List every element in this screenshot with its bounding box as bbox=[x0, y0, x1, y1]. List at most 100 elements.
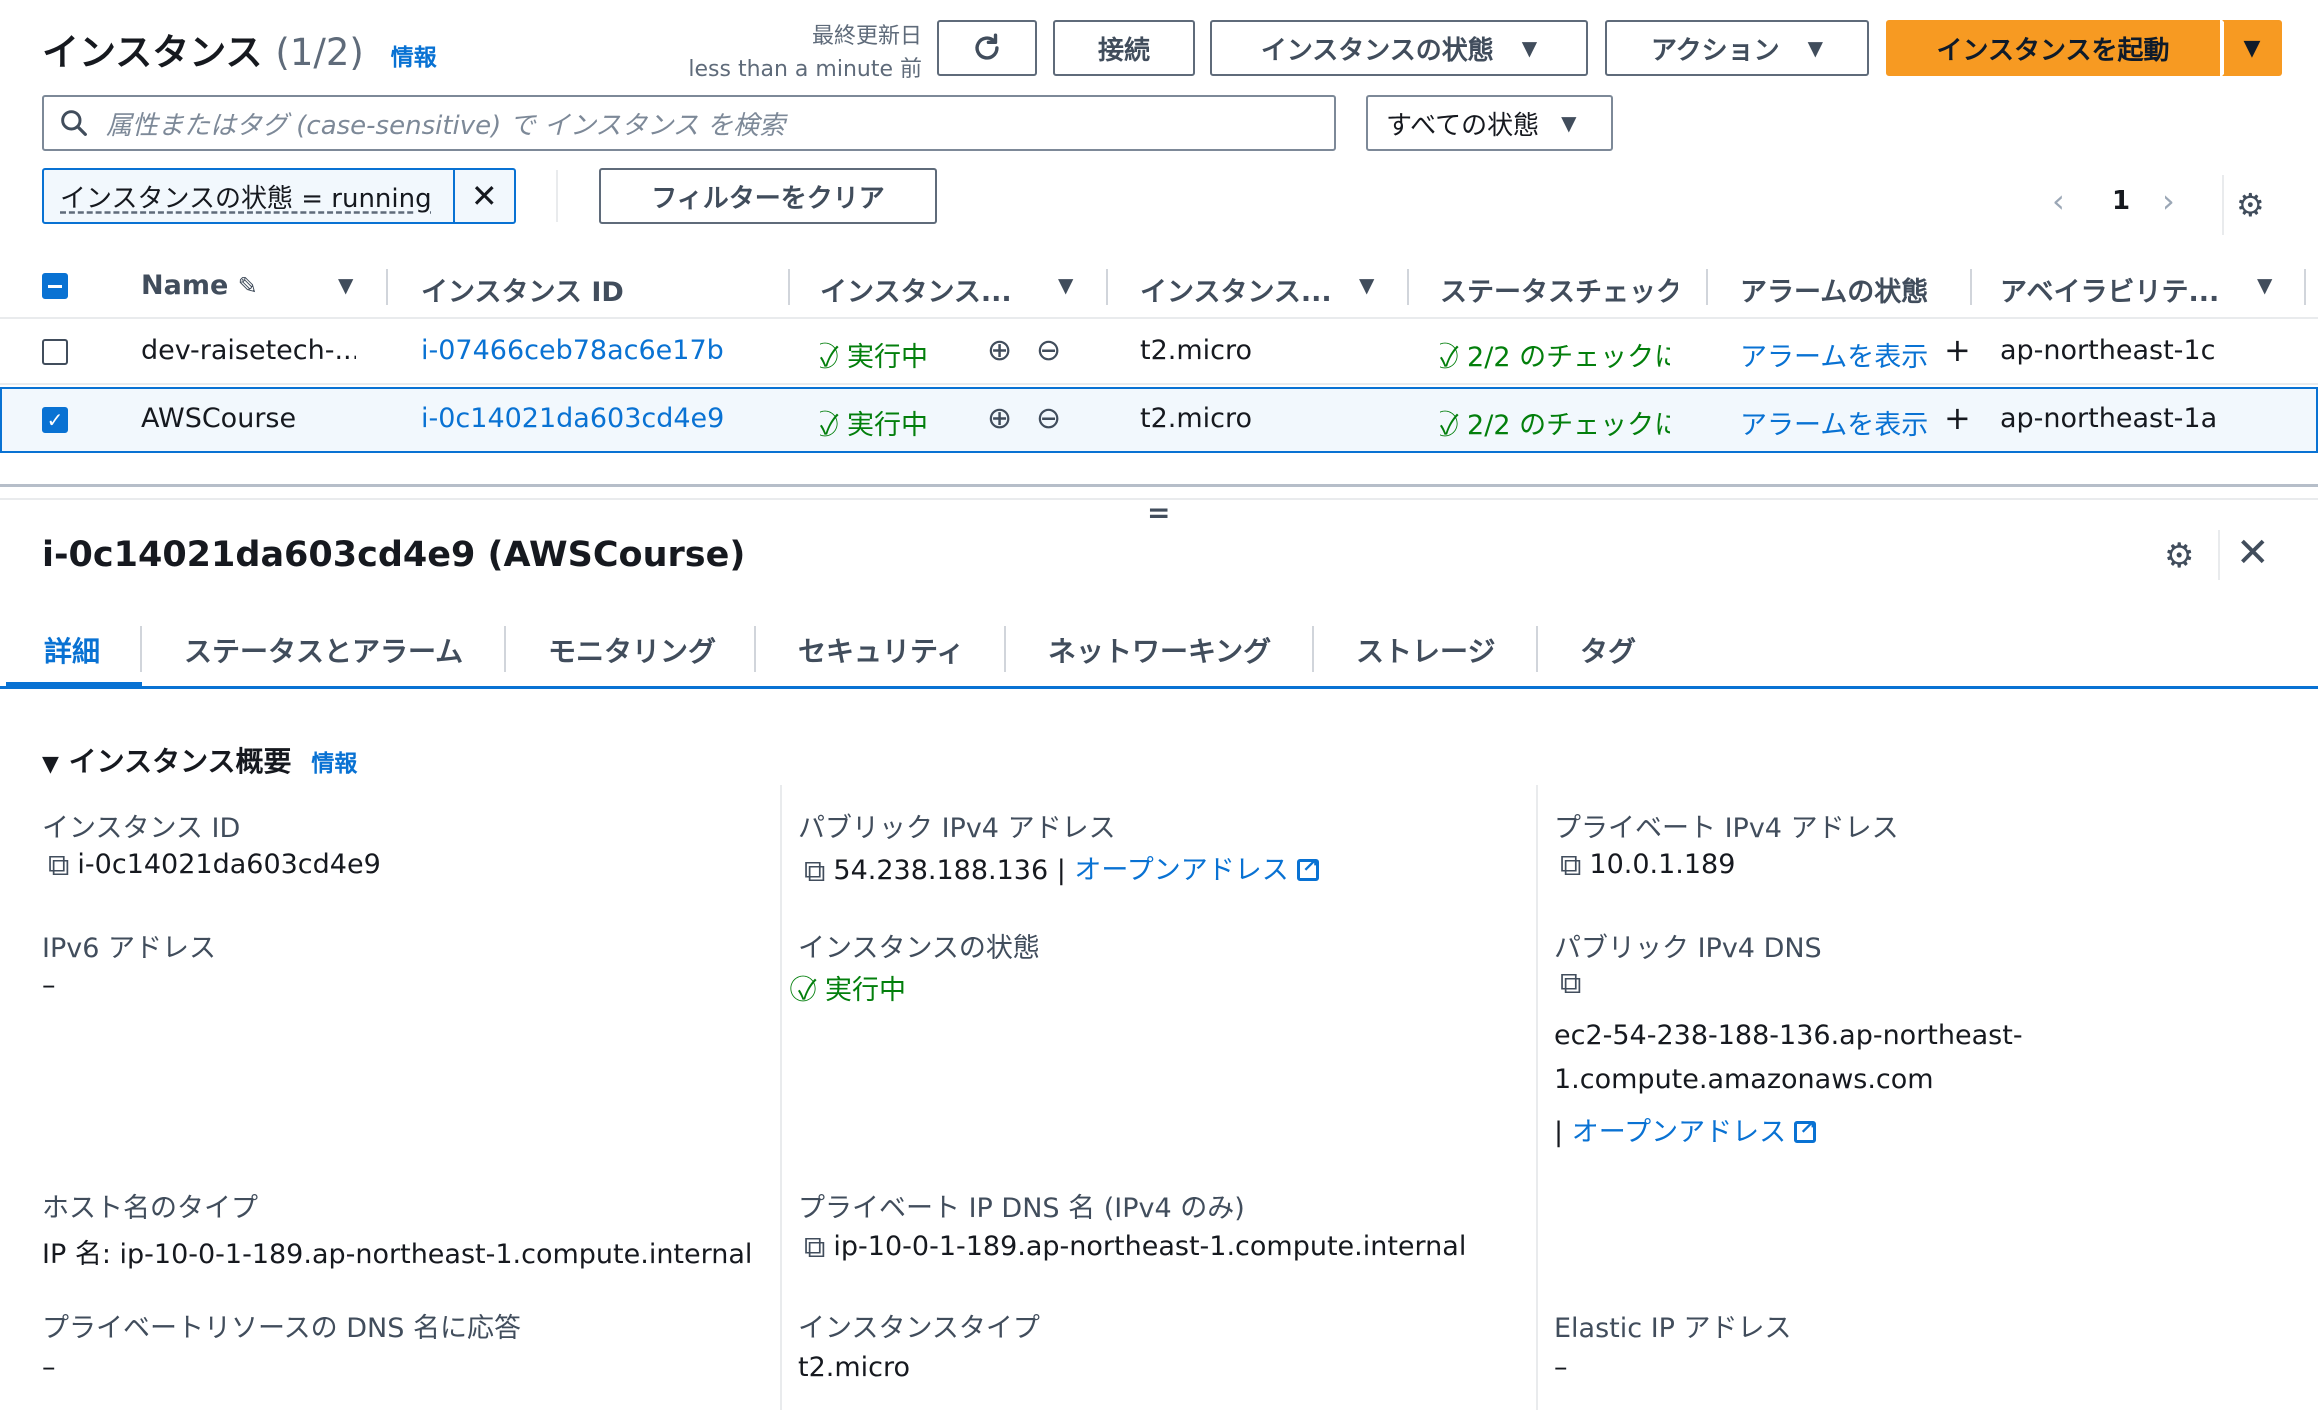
filter-token-label[interactable]: インスタンスの状態 = running bbox=[44, 178, 453, 215]
table-preferences-button[interactable]: ⚙ bbox=[2236, 186, 2265, 224]
refresh-button[interactable] bbox=[937, 20, 1037, 76]
public-dns-line2[interactable]: 1.compute.amazonaws.com bbox=[1554, 1064, 1934, 1095]
filter-token: インスタンスの状態 = running ✕ bbox=[42, 168, 516, 224]
column-header-instance-type[interactable]: インスタンス... bbox=[1140, 270, 1340, 309]
column-label: Name bbox=[141, 270, 229, 301]
tab-status-and-alarms[interactable]: ステータスとアラーム bbox=[184, 630, 463, 670]
actions-button[interactable]: アクション ▼ bbox=[1605, 20, 1869, 76]
info-link[interactable]: 情報 bbox=[391, 45, 437, 71]
add-alarm-icon[interactable]: + bbox=[1944, 399, 1971, 437]
instance-id-label: インスタンス ID bbox=[42, 813, 241, 844]
instance-summary-header[interactable]: ▼ インスタンス概要 情報 bbox=[42, 740, 357, 780]
tab-details[interactable]: 詳細 bbox=[44, 630, 100, 670]
next-page-button[interactable]: › bbox=[2162, 182, 2175, 220]
table-row[interactable]: ✓ AWSCourse i-0c14021da603cd4e9 ✓⃝ 実行中 ⊕… bbox=[0, 387, 2318, 453]
row-checkbox[interactable] bbox=[42, 339, 68, 365]
check-circle-icon: ✓⃝ bbox=[1440, 410, 1459, 441]
search-icon bbox=[61, 110, 87, 136]
page-number[interactable]: 1 bbox=[2112, 186, 2130, 216]
search-input[interactable]: 属性またはタグ (case-sensitive) で インスタンス を検索 bbox=[42, 95, 1336, 151]
sort-icon[interactable]: ▼ bbox=[338, 273, 353, 297]
private-dns-label: プライベート IP DNS 名 (IPv4 のみ) bbox=[798, 1193, 1245, 1224]
public-dns-copy[interactable]: ⧉ bbox=[1560, 966, 1589, 1001]
zoom-in-icon[interactable]: ⊕ bbox=[987, 401, 1012, 436]
clear-filters-button[interactable]: フィルターをクリア bbox=[599, 168, 937, 224]
status-filter-select[interactable]: すべての状態 ▼ bbox=[1366, 95, 1613, 151]
separator: | bbox=[1554, 1117, 1564, 1148]
tab-tags[interactable]: タグ bbox=[1580, 630, 1636, 670]
launch-options-button[interactable]: ▼ bbox=[2222, 20, 2282, 76]
public-dns-line1[interactable]: ec2-54-238-188-136.ap-northeast- bbox=[1554, 1020, 2023, 1051]
instance-type-value: t2.micro bbox=[798, 1352, 911, 1383]
info-link[interactable]: 情報 bbox=[311, 751, 357, 777]
instance-type: t2.micro bbox=[1140, 403, 1253, 434]
ipv6-value: – bbox=[42, 970, 56, 1001]
hostname-type-value: IP 名: ip-10-0-1-189.ap-northeast-1.compu… bbox=[42, 1239, 753, 1270]
column-header-instance-state[interactable]: インスタンス... bbox=[820, 270, 1020, 309]
close-panel-button[interactable]: ✕ bbox=[2236, 530, 2270, 576]
status-check-label: 2/2 のチェックに合格 bbox=[1467, 410, 1670, 441]
row-checkbox[interactable]: ✓ bbox=[42, 407, 68, 433]
tab-security[interactable]: セキュリティ bbox=[798, 630, 964, 670]
previous-page-button[interactable]: ‹ bbox=[2052, 182, 2065, 220]
status-filter-value: すべての状態 bbox=[1386, 110, 1540, 141]
private-ipv4-text[interactable]: 10.0.1.189 bbox=[1589, 849, 1735, 880]
view-alarms-link[interactable]: アラームを表示 bbox=[1740, 335, 1928, 374]
check-circle-icon: ✓⃝ bbox=[1440, 342, 1459, 373]
page-title-text: インスタンス bbox=[42, 31, 263, 74]
instance-id-text[interactable]: i-0c14021da603cd4e9 bbox=[77, 849, 380, 880]
actions-label: アクション bbox=[1650, 35, 1780, 66]
tab-networking[interactable]: ネットワーキング bbox=[1048, 630, 1271, 670]
last-updated-label: 最終更新日 bbox=[811, 24, 922, 49]
detail-tabs: 詳細 ステータスとアラーム モニタリング セキュリティ ネットワーキング ストレ… bbox=[0, 620, 2318, 689]
open-address-link[interactable]: オープンアドレス bbox=[1074, 855, 1288, 886]
elastic-ip-label: Elastic IP アドレス bbox=[1554, 1313, 1792, 1344]
zoom-out-icon[interactable]: ⊖ bbox=[1036, 401, 1061, 436]
sort-icon[interactable]: ▼ bbox=[1359, 273, 1374, 297]
zoom-in-icon[interactable]: ⊕ bbox=[987, 333, 1012, 368]
hostname-type-label: ホスト名のタイプ bbox=[42, 1193, 258, 1224]
copy-icon[interactable]: ⧉ bbox=[48, 848, 69, 883]
copy-icon[interactable]: ⧉ bbox=[804, 1230, 825, 1265]
copy-icon[interactable]: ⧉ bbox=[1560, 848, 1581, 883]
launch-instance-label: インスタンスを起動 bbox=[1936, 35, 2170, 66]
select-all-checkbox[interactable] bbox=[42, 273, 68, 299]
instance-id-value: ⧉ i-0c14021da603cd4e9 bbox=[48, 848, 381, 883]
public-ipv4-text[interactable]: 54.238.188.136 | bbox=[833, 855, 1065, 886]
tab-monitoring[interactable]: モニタリング bbox=[548, 630, 716, 670]
availability-zone: ap-northeast-1a bbox=[2000, 403, 2218, 434]
column-header-status-check[interactable]: ステータスチェック bbox=[1440, 270, 1678, 309]
view-alarms-link[interactable]: アラームを表示 bbox=[1740, 403, 1928, 442]
column-header-alarm-status[interactable]: アラームの状態 bbox=[1740, 270, 1940, 309]
drag-handle-icon[interactable]: = bbox=[1147, 496, 1170, 529]
external-link-icon[interactable] bbox=[1794, 1115, 1817, 1143]
external-link-icon[interactable] bbox=[1296, 853, 1319, 881]
table-row[interactable]: dev-raisetech-... i-07466ceb78ac6e17b ✓⃝… bbox=[0, 319, 2318, 385]
column-divider bbox=[780, 785, 782, 1410]
launch-instance-button[interactable]: インスタンスを起動 bbox=[1886, 20, 2220, 76]
instance-state-button[interactable]: インスタンスの状態 ▼ bbox=[1210, 20, 1588, 76]
gear-icon: ⚙ bbox=[2236, 186, 2265, 224]
column-header-availability-zone[interactable]: アベイラビリテ... bbox=[2000, 270, 2220, 309]
open-address-link[interactable]: オープンアドレス bbox=[1572, 1117, 1786, 1148]
copy-icon[interactable]: ⧉ bbox=[1560, 966, 1581, 1001]
status-check: ✓⃝ 2/2 のチェックに合格 bbox=[1440, 335, 1670, 374]
column-header-instance-id[interactable]: インスタンス ID bbox=[421, 270, 781, 309]
instance-name: dev-raisetech-... bbox=[141, 335, 356, 366]
zoom-out-icon[interactable]: ⊖ bbox=[1036, 333, 1061, 368]
private-dns-text[interactable]: ip-10-0-1-189.ap-northeast-1.compute.int… bbox=[833, 1231, 1466, 1262]
instance-id-link[interactable]: i-0c14021da603cd4e9 bbox=[421, 403, 724, 434]
instance-id-link[interactable]: i-07466ceb78ac6e17b bbox=[421, 335, 724, 366]
ipv6-label: IPv6 アドレス bbox=[42, 933, 216, 964]
copy-icon[interactable]: ⧉ bbox=[804, 854, 825, 889]
connect-button[interactable]: 接続 bbox=[1053, 20, 1195, 76]
sort-icon[interactable]: ▼ bbox=[2257, 273, 2272, 297]
resource-dns-label: プライベートリソースの DNS 名に応答 bbox=[42, 1313, 521, 1344]
instance-state-label: インスタンスの状態 bbox=[798, 933, 1040, 964]
column-header-name[interactable]: Name ✎ bbox=[141, 270, 291, 301]
panel-preferences-button[interactable]: ⚙ bbox=[2164, 536, 2194, 576]
tab-storage[interactable]: ストレージ bbox=[1356, 630, 1495, 670]
add-alarm-icon[interactable]: + bbox=[1944, 331, 1971, 369]
remove-filter-button[interactable]: ✕ bbox=[452, 170, 514, 222]
sort-icon[interactable]: ▼ bbox=[1058, 273, 1073, 297]
